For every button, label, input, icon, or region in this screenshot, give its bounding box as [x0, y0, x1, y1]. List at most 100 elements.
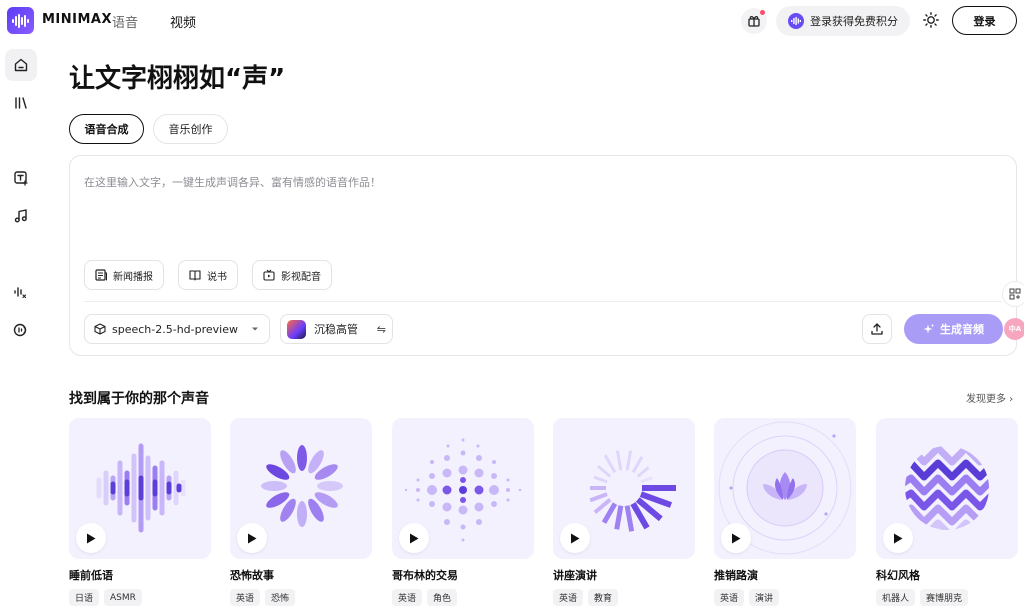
sparkle-icon — [923, 324, 934, 333]
text-input-placeholder[interactable]: 在这里输入文字，一键生成声调各异、富有情感的语音作品！ — [84, 174, 381, 190]
play-button[interactable] — [237, 523, 267, 553]
gift-button[interactable] — [741, 8, 767, 34]
logo-icon[interactable] — [7, 7, 34, 34]
tab-speech-synthesis[interactable]: 语音合成 — [69, 114, 144, 144]
upload-button[interactable] — [862, 314, 892, 344]
voice-design-icon — [13, 323, 27, 337]
card-tags: 英语 教育 — [553, 589, 695, 606]
generate-label: 生成音频 — [940, 323, 984, 336]
card-title: 讲座演讲 — [553, 569, 597, 582]
nav-video[interactable]: 视频 — [170, 12, 196, 31]
tag: 英语 — [392, 589, 423, 606]
discover-more-link[interactable]: 发现更多 › — [966, 390, 1013, 405]
apps-grid-icon — [1009, 288, 1021, 300]
theme-toggle[interactable] — [920, 9, 942, 31]
tag: 角色 — [427, 589, 458, 606]
page-title: 让文字栩栩如“声” — [69, 64, 286, 94]
play-button[interactable] — [721, 523, 751, 553]
card-tags: 日语 ASMR — [69, 589, 211, 606]
tag: 演讲 — [749, 589, 780, 606]
cube-icon — [94, 323, 106, 335]
voice-avatar — [287, 319, 306, 339]
card-tags: 英语 演讲 — [714, 589, 856, 606]
app-root: MINIMAX 语音 视频 登录获得免费积分 登录 让文字栩栩如“声” 语音合成… — [0, 0, 1024, 611]
translate-float-button[interactable]: 中A — [1004, 318, 1024, 340]
rail-music[interactable] — [5, 200, 37, 232]
brand-name[interactable]: MINIMAX — [42, 12, 112, 27]
sun-icon — [923, 12, 939, 28]
promo-label: 登录获得免费积分 — [810, 15, 898, 28]
voice-value: 沉稳高管 — [314, 323, 358, 336]
chip-news-broadcast[interactable]: 新闻播报 — [84, 260, 164, 290]
text-editor[interactable]: 在这里输入文字，一键生成声调各异、富有情感的语音作品！ 新闻播报 说书 影视配音 — [69, 155, 1017, 356]
play-button[interactable] — [883, 523, 913, 553]
play-button[interactable] — [76, 523, 106, 553]
card-title: 推销路演 — [714, 569, 758, 582]
chip-film-dubbing[interactable]: 影视配音 — [252, 260, 332, 290]
play-icon — [571, 533, 580, 543]
card-title: 睡前低语 — [69, 569, 113, 582]
card-tags: 机器人 赛博朋克 — [876, 589, 1018, 606]
voice-card[interactable]: 讲座演讲 英语 教育 — [553, 418, 695, 606]
caret-down-icon — [252, 327, 258, 331]
rail-library[interactable] — [5, 87, 37, 119]
voice-card[interactable]: 科幻风格 机器人 赛博朋克 — [876, 418, 1018, 606]
card-tags: 英语 恐怖 — [230, 589, 372, 606]
play-icon — [894, 533, 903, 543]
card-title: 科幻风格 — [876, 569, 920, 582]
model-select[interactable]: speech-2.5-hd-preview — [84, 314, 270, 344]
upload-icon — [871, 323, 883, 335]
top-bar: MINIMAX 语音 视频 登录获得免费积分 登录 — [0, 0, 1024, 40]
voice-card[interactable]: 哥布林的交易 英语 角色 — [392, 418, 534, 606]
tag: 教育 — [588, 589, 619, 606]
newspaper-icon — [95, 269, 107, 281]
play-icon — [732, 533, 741, 543]
generate-audio-button[interactable]: 生成音频 — [904, 314, 1003, 344]
play-button[interactable] — [399, 523, 429, 553]
voice-wave-icon — [788, 13, 804, 29]
play-button[interactable] — [560, 523, 590, 553]
music-note-icon — [14, 209, 27, 223]
play-icon — [248, 533, 257, 543]
tag: 机器人 — [876, 589, 916, 606]
rail-home[interactable] — [5, 49, 37, 81]
tag: 日语 — [69, 589, 100, 606]
chip-label: 影视配音 — [281, 271, 321, 283]
card-artwork — [392, 418, 534, 559]
tv-icon — [263, 269, 275, 281]
card-title: 哥布林的交易 — [392, 569, 458, 582]
nav-voice[interactable]: 语音 — [112, 12, 138, 31]
tab-music-creation[interactable]: 音乐创作 — [153, 114, 228, 144]
chip-label: 新闻播报 — [113, 271, 153, 283]
voice-card[interactable]: 睡前低语 日语 ASMR — [69, 418, 211, 606]
chip-storytelling[interactable]: 说书 — [178, 260, 238, 290]
library-icon — [15, 97, 27, 109]
card-artwork — [876, 418, 1018, 559]
voice-card[interactable]: 推销路演 英语 演讲 — [714, 418, 856, 606]
card-title: 恐怖故事 — [230, 569, 274, 582]
tag: 恐怖 — [265, 589, 296, 606]
model-value: speech-2.5-hd-preview — [112, 322, 238, 336]
promo-button[interactable]: 登录获得免费积分 — [776, 6, 910, 36]
text-add-icon — [14, 171, 28, 186]
play-icon — [87, 533, 96, 543]
section-title: 找到属于你的那个声音 — [69, 391, 209, 407]
rail-voice-design[interactable] — [5, 314, 37, 346]
login-button[interactable]: 登录 — [952, 6, 1017, 35]
card-artwork — [69, 418, 211, 559]
book-icon — [189, 270, 201, 281]
tag: 赛博朋克 — [920, 589, 969, 606]
rail-voice-clone[interactable] — [5, 276, 37, 308]
card-artwork — [714, 418, 856, 559]
swap-icon: ⇋ — [376, 322, 386, 336]
voice-card[interactable]: 恐怖故事 英语 恐怖 — [230, 418, 372, 606]
voice-select[interactable]: 沉稳高管 ⇋ — [280, 314, 393, 344]
divider — [84, 301, 1002, 302]
chip-label: 说书 — [207, 271, 227, 283]
home-icon — [14, 58, 28, 72]
rail-text-to-speech[interactable] — [5, 162, 37, 194]
tag: 英语 — [230, 589, 261, 606]
card-tags: 英语 角色 — [392, 589, 534, 606]
play-icon — [410, 533, 419, 543]
apps-float-button[interactable] — [1002, 281, 1024, 307]
